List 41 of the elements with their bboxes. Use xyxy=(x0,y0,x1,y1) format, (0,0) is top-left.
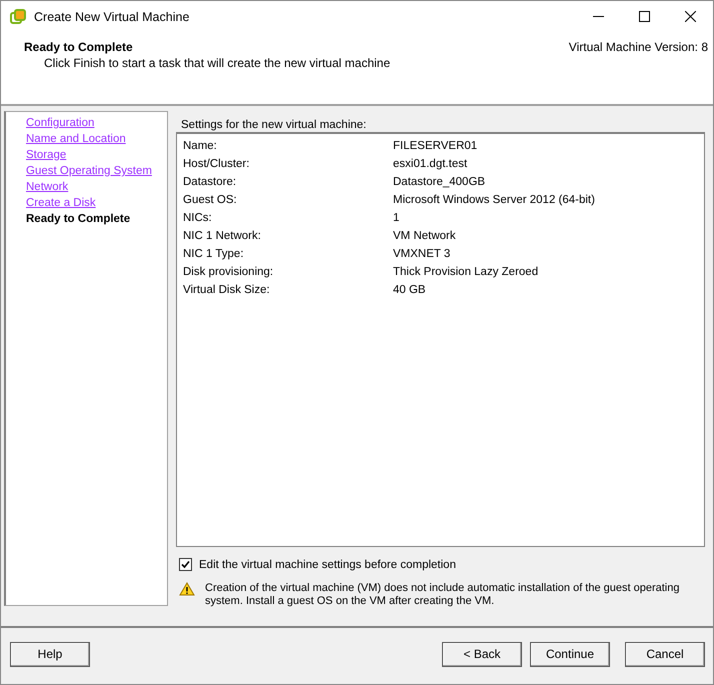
step-link[interactable]: Create a Disk xyxy=(26,195,96,211)
help-button[interactable]: Help xyxy=(10,642,90,666)
warning-text: Creation of the virtual machine (VM) does not include automatic installation of the guest operating system. Install a guest OS on the VM after creating the VM. xyxy=(205,582,680,608)
setting-label: NIC 1 Network: xyxy=(183,229,262,244)
window-title: Create New Virtual Machine xyxy=(34,10,190,24)
step-link[interactable]: Name and Location xyxy=(26,131,126,147)
cancel-button[interactable]: Cancel xyxy=(625,642,705,666)
close-icon xyxy=(684,11,696,22)
page-subtitle: Click Finish to start a task that will create the new virtual machine xyxy=(44,56,392,70)
step-link[interactable]: Guest Operating System xyxy=(26,163,152,179)
setting-value: Thick Provision Lazy Zeroed xyxy=(393,265,540,280)
setting-label: Virtual Disk Size: xyxy=(183,283,271,298)
setting-label: NICs: xyxy=(183,211,213,226)
setting-label: Name: xyxy=(183,139,218,154)
setting-value: VMXNET 3 xyxy=(393,247,452,262)
setting-label: Host/Cluster: xyxy=(183,157,250,172)
setting-value: Microsoft Windows Server 2012 (64-bit) xyxy=(393,193,596,208)
back-button[interactable]: < Back xyxy=(442,642,522,666)
setting-label: Guest OS: xyxy=(183,193,238,208)
edit-checkbox[interactable] xyxy=(179,558,192,571)
setting-label: NIC 1 Type: xyxy=(183,247,245,262)
setting-value: 1 xyxy=(393,211,400,226)
setting-value: esxi01.dgt.test xyxy=(393,157,468,172)
setting-value: Datastore_400GB xyxy=(393,175,486,190)
step-link[interactable]: Ready to Complete xyxy=(26,211,130,227)
setting-value: 40 GB xyxy=(393,283,427,298)
warning-icon xyxy=(179,582,195,596)
maximize-icon xyxy=(638,11,650,22)
settings-title: Settings for the new virtual machine: xyxy=(181,119,368,131)
step-link[interactable]: Network xyxy=(26,179,68,195)
step-link[interactable]: Configuration xyxy=(26,115,94,131)
setting-label: Disk provisioning: xyxy=(183,265,274,280)
setting-value: VM Network xyxy=(393,229,457,244)
continue-button[interactable]: Continue xyxy=(530,642,610,666)
app-logo-icon xyxy=(10,8,26,24)
version-label: Virtual Machine Version: 8 xyxy=(568,40,708,56)
edit-checkbox-label[interactable]: Edit the virtual machine settings before completion xyxy=(199,558,456,570)
setting-value: FILESERVER01 xyxy=(393,139,478,154)
page-title: Ready to Complete xyxy=(24,40,134,54)
step-link[interactable]: Storage xyxy=(26,147,66,163)
setting-label: Datastore: xyxy=(183,175,238,190)
